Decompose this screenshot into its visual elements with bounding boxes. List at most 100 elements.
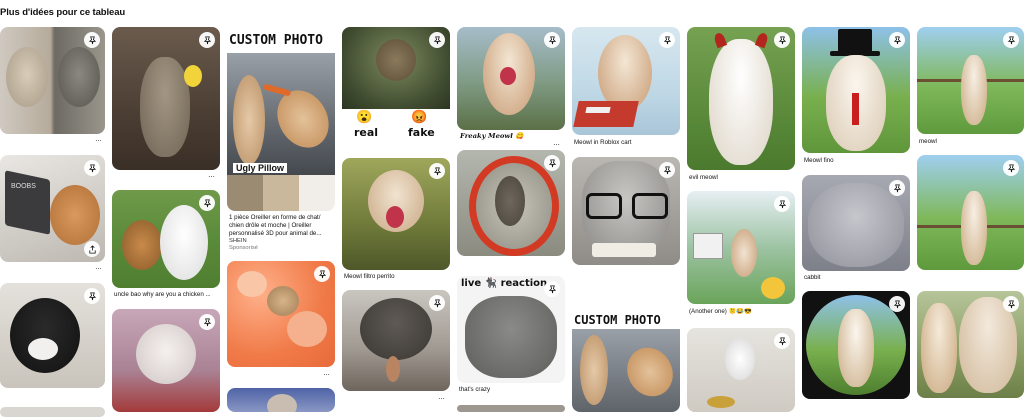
save-pin-button[interactable] xyxy=(429,163,445,179)
save-pin-button[interactable] xyxy=(1003,296,1019,312)
pin-caption: Meowl in Roblox cart xyxy=(574,139,632,146)
pin-black-cat[interactable] xyxy=(0,283,105,388)
save-pin-button[interactable] xyxy=(659,32,675,48)
pin-icon xyxy=(433,35,441,44)
save-pin-button[interactable] xyxy=(84,288,100,304)
pin-icon xyxy=(893,299,901,308)
pin-filter-cat[interactable] xyxy=(112,309,220,412)
pin-icon xyxy=(778,199,786,208)
save-pin-button[interactable] xyxy=(199,32,215,48)
emoji-left: 😮 xyxy=(356,109,373,124)
pin-partial-bottom[interactable] xyxy=(227,388,335,412)
save-pin-button[interactable] xyxy=(429,295,445,311)
label-real: real xyxy=(354,126,379,139)
pin-caption: Meowl fino xyxy=(804,157,834,164)
pin-freaky-meowl[interactable] xyxy=(457,27,565,130)
pin-icon xyxy=(548,158,556,167)
save-pin-button[interactable] xyxy=(544,32,560,48)
pin-live-reaction[interactable]: live 🐈‍⬛ reaction xyxy=(457,276,565,383)
more-dots-icon[interactable]: ··· xyxy=(208,173,215,181)
pin-icon xyxy=(548,35,556,44)
save-pin-button[interactable] xyxy=(1003,160,1019,176)
ad-headline: CUSTOM PHOTO xyxy=(229,33,323,48)
share-button[interactable] xyxy=(84,241,100,257)
pin-caption: (Another one) 🫠😂😎 xyxy=(689,308,752,315)
pin-icon xyxy=(893,183,901,192)
save-pin-button[interactable] xyxy=(1003,32,1019,48)
pin-icon xyxy=(88,163,96,172)
pin-cat-comparison[interactable] xyxy=(0,27,105,134)
pin-icon xyxy=(778,35,786,44)
pin-partial[interactable] xyxy=(0,407,105,417)
pin-cabbit[interactable] xyxy=(802,175,910,271)
pin-icon xyxy=(663,165,671,174)
save-pin-button[interactable] xyxy=(774,333,790,349)
pin-roblox-cart[interactable] xyxy=(572,27,680,135)
pin-muscle-cat[interactable] xyxy=(342,290,450,391)
ad-caption-line2: chien drôle et moche | Oreiller xyxy=(229,222,312,229)
pin-icon xyxy=(548,284,556,293)
save-pin-button[interactable] xyxy=(659,162,675,178)
more-dots-icon[interactable]: ··· xyxy=(323,371,330,379)
save-pin-button[interactable] xyxy=(544,281,560,297)
share-icon xyxy=(88,244,96,254)
pin-caption: that's crazy xyxy=(459,386,491,393)
more-dots-icon[interactable]: ··· xyxy=(553,141,560,149)
save-pin-button[interactable] xyxy=(84,32,100,48)
pin-tabby-pikachu[interactable] xyxy=(112,27,220,170)
pin-headline: CUSTOM PHOTO xyxy=(574,313,661,327)
pin-caption: uncle bao why are you a chicken ... xyxy=(114,291,211,298)
pin-icon xyxy=(1007,299,1015,308)
pin-caption: cabbit xyxy=(804,274,821,281)
pin-icon xyxy=(88,35,96,44)
pin-chicken-cat[interactable] xyxy=(112,190,220,288)
pin-round-meowl[interactable] xyxy=(802,291,910,399)
pin-overlay-caption: Freaky Meowl 😋 xyxy=(460,132,524,140)
emoji-right: 😡 xyxy=(411,109,428,124)
more-dots-icon[interactable]: ··· xyxy=(95,265,102,273)
page-title: Plus d'idées pour ce tableau xyxy=(0,7,126,18)
save-pin-button[interactable] xyxy=(429,32,445,48)
pin-meowl-branch-2[interactable] xyxy=(917,155,1024,270)
save-pin-button[interactable] xyxy=(889,296,905,312)
pin-genie-cat[interactable] xyxy=(687,328,795,412)
pin-icon xyxy=(778,336,786,345)
pin-icon xyxy=(318,269,326,278)
save-pin-button[interactable] xyxy=(889,32,905,48)
save-pin-button[interactable] xyxy=(889,180,905,196)
pin-two-meowls[interactable] xyxy=(917,291,1024,398)
more-dots-icon[interactable]: ··· xyxy=(438,395,445,403)
pin-custom-photo-ad[interactable]: CUSTOM PHOTO Ugly Pillow xyxy=(227,27,335,211)
reaction-headline: live 🐈‍⬛ reaction xyxy=(461,278,548,289)
save-pin-button[interactable] xyxy=(84,160,100,176)
label-fake: fake xyxy=(408,126,435,139)
ad-brand: SHEIN xyxy=(229,238,247,244)
save-pin-button[interactable] xyxy=(199,314,215,330)
pin-icon xyxy=(433,166,441,175)
pin-glasses-cat[interactable] xyxy=(572,157,680,265)
pin-meowl-filter[interactable] xyxy=(342,158,450,270)
save-pin-button[interactable] xyxy=(544,155,560,171)
pin-partial[interactable] xyxy=(457,405,565,412)
pin-meowl-branch[interactable] xyxy=(917,27,1024,134)
pin-icon xyxy=(1007,163,1015,172)
more-dots-icon[interactable]: ··· xyxy=(95,137,102,145)
pin-red-circle-cat[interactable] xyxy=(457,150,565,256)
pin-shrimp-cat[interactable] xyxy=(227,261,335,367)
pin-icon xyxy=(663,35,671,44)
sponsored-label: Sponsorisé xyxy=(229,245,259,251)
save-pin-button[interactable] xyxy=(314,266,330,282)
pin-another-one[interactable] xyxy=(687,191,795,304)
save-pin-button[interactable] xyxy=(199,195,215,211)
pin-icon xyxy=(1007,35,1015,44)
ad-caption-line1: 1 pièce Oreiller en forme de chat/ xyxy=(229,214,321,221)
pin-meowl-fino[interactable] xyxy=(802,27,910,153)
save-pin-button[interactable] xyxy=(774,196,790,212)
pin-icon xyxy=(433,298,441,307)
pin-icon xyxy=(893,35,901,44)
pin-laptop-cat[interactable]: BOOBS xyxy=(0,155,105,262)
pin-evil-meowl[interactable] xyxy=(687,27,795,170)
pin-real-fake[interactable]: 😮 😡 real fake xyxy=(342,27,450,140)
save-pin-button[interactable] xyxy=(774,32,790,48)
pin-custom-photo[interactable]: CUSTOM PHOTO xyxy=(572,285,680,412)
